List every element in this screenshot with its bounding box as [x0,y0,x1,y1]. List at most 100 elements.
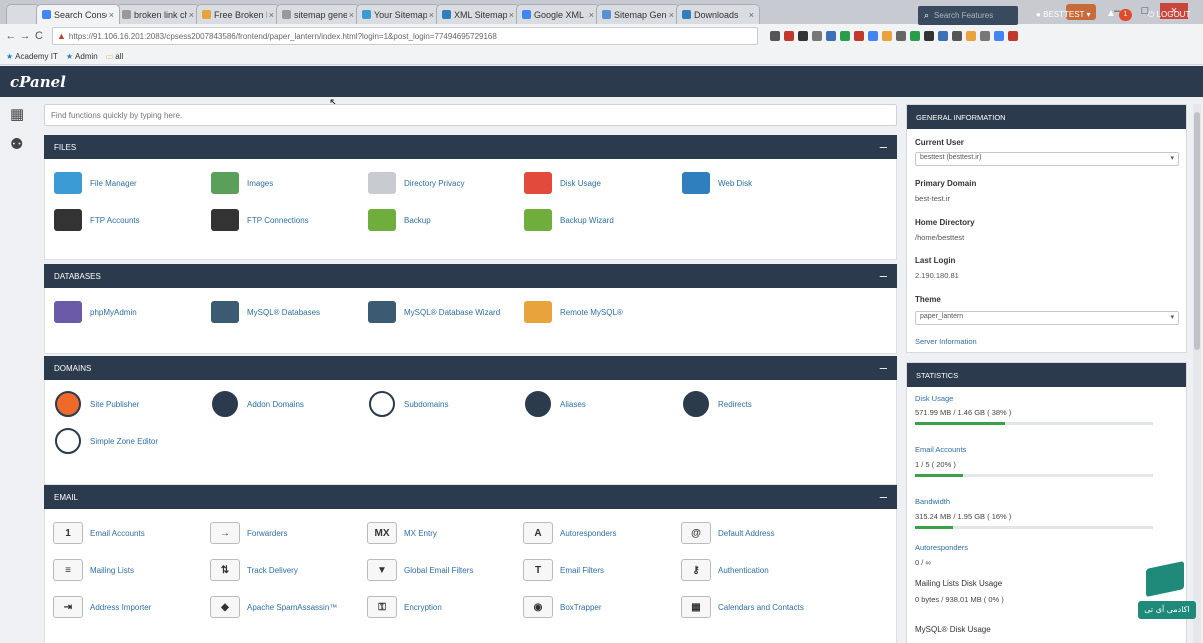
feature-folder-lock[interactable]: Directory Privacy [367,167,527,199]
feature-mx-entry[interactable]: MX MX Entry [367,517,527,549]
browser-tab[interactable]: Sitemap Generat× [596,4,680,24]
browser-tab[interactable]: Free Broken Link× [196,4,280,24]
extension-icon[interactable] [952,31,962,41]
tab-close-icon[interactable]: × [269,10,274,20]
users-icon[interactable]: ⚉ [10,135,23,153]
browser-tab[interactable]: Your Sitemap Do× [356,4,440,24]
extension-icon[interactable] [812,31,822,41]
feature-aliases[interactable]: Aliases [523,388,683,420]
feature-mysql-databases[interactable]: MySQL® Databases [210,296,370,328]
section-header[interactable]: FILES – [44,135,897,159]
feature-calendars[interactable]: ▦ Calendars and Contacts [681,591,841,623]
feature-ftp-connections[interactable]: FTP Connections [210,204,370,236]
feature-site-publisher[interactable]: Site Publisher [53,388,213,420]
cpanel-logo[interactable]: cPanel [10,73,66,91]
current-user-select[interactable]: besttest (besttest.ir) ▾ [915,152,1179,166]
feature-track-delivery[interactable]: ⇅ Track Delivery [210,554,370,586]
bookmark-all[interactable]: ▭ all [106,52,124,61]
browser-tab[interactable]: Downloads × [676,4,760,24]
notification-badge[interactable]: 1 [1119,9,1132,21]
feature-address-importer[interactable]: ⇥ Address Importer [53,591,213,623]
extension-icon[interactable] [966,31,976,41]
stat-bandwidth-label[interactable]: Bandwidth [915,497,950,506]
feature-authentication[interactable]: ⚷ Authentication [681,554,841,586]
back-icon[interactable]: ← [4,30,18,42]
feature-email-filters[interactable]: T Email Filters [523,554,683,586]
feature-cloud[interactable]: Web Disk [681,167,841,199]
browser-tab[interactable]: sitemap generat× [276,4,360,24]
tab-close-icon[interactable]: × [589,10,594,20]
tab-close-icon[interactable]: × [509,10,514,20]
feature-remote-mysql[interactable]: Remote MySQL® [523,296,683,328]
extension-icon[interactable] [840,31,850,41]
collapse-icon[interactable]: – [880,139,887,154]
feature-phpmyadmin[interactable]: phpMyAdmin [53,296,213,328]
tab-close-icon[interactable]: × [749,10,754,20]
quick-search-input[interactable] [44,104,897,126]
section-header[interactable]: DOMAINS – [44,356,897,380]
tab-close-icon[interactable]: × [429,10,434,20]
extension-icon[interactable] [770,31,780,41]
feature-dns[interactable]: Simple Zone Editor [53,425,213,457]
stat-email-accounts-label[interactable]: Email Accounts [915,445,966,454]
server-information-link[interactable]: Server Information [915,337,977,346]
feature-subdomains[interactable]: Subdomains [367,388,527,420]
extension-icon[interactable] [798,31,808,41]
feature-boxtrapper[interactable]: ◉ BoxTrapper [523,591,683,623]
feature-redirects[interactable]: Redirects [681,388,841,420]
collapse-icon[interactable]: – [880,489,887,504]
feature-addon-domains[interactable]: Addon Domains [210,388,370,420]
section-header[interactable]: DATABASES – [44,264,897,288]
logout-button[interactable]: ⏻ LOGOUT [1148,10,1190,20]
tab-close-icon[interactable]: × [109,10,114,20]
reload-icon[interactable]: C [32,30,46,42]
tab-close-icon[interactable]: × [189,10,194,20]
feature-images[interactable]: Images [210,167,370,199]
feature-ftp-accounts[interactable]: FTP Accounts [53,204,213,236]
extension-icon[interactable] [882,31,892,41]
feature-backup[interactable]: Backup [367,204,527,236]
extension-icon[interactable] [896,31,906,41]
section-header[interactable]: EMAIL – [44,485,897,509]
extension-icon[interactable] [868,31,878,41]
stat-autoresponders-label[interactable]: Autoresponders [915,543,968,552]
grid-icon[interactable]: ▦ [10,105,24,123]
forward-icon[interactable]: → [18,30,32,42]
extension-icon[interactable] [854,31,864,41]
extension-icon[interactable] [910,31,920,41]
bell-icon[interactable]: ▲ [1106,8,1116,19]
extension-icon[interactable] [826,31,836,41]
extension-icon[interactable] [784,31,794,41]
feature-file-manager[interactable]: File Manager [53,167,213,199]
stat-disk-usage-label[interactable]: Disk Usage [915,394,953,403]
theme-select[interactable]: paper_lantern ▾ [915,311,1179,325]
feature-backup-wizard[interactable]: Backup Wizard [523,204,683,236]
browser-tab-pinned[interactable] [6,4,40,24]
feature-spamassassin[interactable]: ◆ Apache SpamAssassin™ [210,591,370,623]
feature-default-address[interactable]: @ Default Address [681,517,841,549]
feature-search-input[interactable]: ⌕ Search Features [918,6,1018,25]
feature-mysql-wizard[interactable]: MySQL® Database Wizard [367,296,527,328]
not-secure-icon[interactable]: ▲ [57,31,66,41]
feature-forwarders[interactable]: → Forwarders [210,517,370,549]
extension-icon[interactable] [994,31,1004,41]
browser-tab[interactable]: Google XML Site× [516,4,600,24]
bookmark-academy-it[interactable]: ★ Academy IT [6,52,58,61]
browser-tab[interactable]: Search Console× [36,4,120,24]
browser-tab[interactable]: broken link chec× [116,4,200,24]
tab-close-icon[interactable]: × [669,10,674,20]
bookmark-admin[interactable]: ★ Admin [66,52,98,61]
feature-encryption[interactable]: ⚿ Encryption [367,591,527,623]
scrollbar-thumb[interactable] [1194,112,1200,350]
feature-disk-usage[interactable]: Disk Usage [523,167,683,199]
feature-email-accounts[interactable]: 1 Email Accounts [53,517,213,549]
browser-tab[interactable]: XML Sitemap Ge× [436,4,520,24]
user-menu[interactable]: ● BESTTEST ▾ [1036,10,1091,19]
feature-mailing-lists[interactable]: ≡ Mailing Lists [53,554,213,586]
extension-icon[interactable] [924,31,934,41]
extension-icon[interactable] [1008,31,1018,41]
tab-close-icon[interactable]: × [349,10,354,20]
collapse-icon[interactable]: – [880,268,887,283]
extension-icon[interactable] [938,31,948,41]
feature-autoresponders[interactable]: A Autoresponders [523,517,683,549]
